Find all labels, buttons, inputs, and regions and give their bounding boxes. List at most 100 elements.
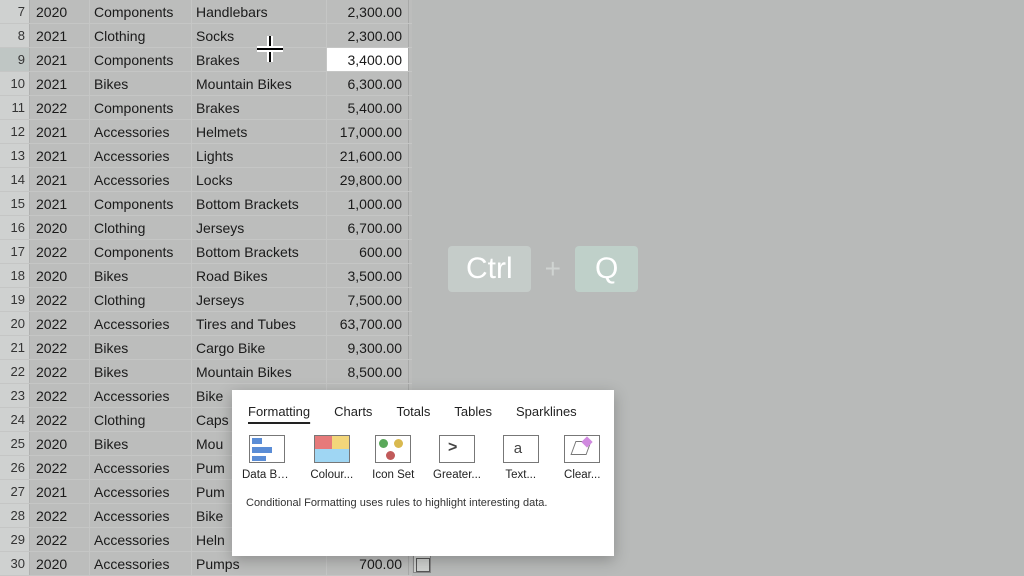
cell-value[interactable]: 5,400.00 bbox=[327, 96, 409, 119]
cell-category[interactable]: Components bbox=[90, 240, 192, 263]
row-header[interactable]: 11 bbox=[0, 96, 30, 119]
cell-category[interactable]: Bikes bbox=[90, 264, 192, 287]
cell-year[interactable]: 2020 bbox=[30, 0, 90, 23]
table-row[interactable]: 102021BikesMountain Bikes6,300.00 bbox=[0, 72, 412, 96]
cell-year[interactable]: 2020 bbox=[30, 216, 90, 239]
format-option-colour[interactable]: Colour... bbox=[310, 435, 354, 481]
row-header[interactable]: 10 bbox=[0, 72, 30, 95]
cell-category[interactable]: Bikes bbox=[90, 336, 192, 359]
cell-value[interactable]: 7,500.00 bbox=[327, 288, 409, 311]
cell-year[interactable]: 2022 bbox=[30, 408, 90, 431]
cell-category[interactable]: Bikes bbox=[90, 360, 192, 383]
cell-value[interactable]: 1,000.00 bbox=[327, 192, 409, 215]
table-row[interactable]: 72020ComponentsHandlebars2,300.00 bbox=[0, 0, 412, 24]
table-row[interactable]: 122021AccessoriesHelmets17,000.00 bbox=[0, 120, 412, 144]
row-header[interactable]: 9 bbox=[0, 48, 30, 71]
cell-category[interactable]: Clothing bbox=[90, 288, 192, 311]
cell-subcategory[interactable]: Mountain Bikes bbox=[192, 72, 327, 95]
cell-year[interactable]: 2021 bbox=[30, 24, 90, 47]
cell-category[interactable]: Accessories bbox=[90, 528, 192, 551]
table-row[interactable]: 92021ComponentsBrakes3,400.00 bbox=[0, 48, 412, 72]
cell-category[interactable]: Accessories bbox=[90, 456, 192, 479]
cell-category[interactable]: Accessories bbox=[90, 384, 192, 407]
table-row[interactable]: 172022ComponentsBottom Brackets600.00 bbox=[0, 240, 412, 264]
table-row[interactable]: 142021AccessoriesLocks29,800.00 bbox=[0, 168, 412, 192]
cell-subcategory[interactable]: Bottom Brackets bbox=[192, 192, 327, 215]
cell-category[interactable]: Components bbox=[90, 48, 192, 71]
cell-category[interactable]: Clothing bbox=[90, 216, 192, 239]
row-header[interactable]: 12 bbox=[0, 120, 30, 143]
row-header[interactable]: 20 bbox=[0, 312, 30, 335]
row-header[interactable]: 28 bbox=[0, 504, 30, 527]
quick-analysis-button[interactable] bbox=[413, 555, 431, 573]
format-option-textc[interactable]: Text... bbox=[499, 435, 543, 481]
row-header[interactable]: 18 bbox=[0, 264, 30, 287]
cell-year[interactable]: 2021 bbox=[30, 144, 90, 167]
cell-category[interactable]: Accessories bbox=[90, 120, 192, 143]
table-row[interactable]: 112022ComponentsBrakes5,400.00 bbox=[0, 96, 412, 120]
table-row[interactable]: 202022AccessoriesTires and Tubes63,700.0… bbox=[0, 312, 412, 336]
cell-value[interactable]: 3,500.00 bbox=[327, 264, 409, 287]
cell-year[interactable]: 2021 bbox=[30, 120, 90, 143]
format-option-clear[interactable]: Clear... bbox=[560, 435, 604, 481]
table-row[interactable]: 152021ComponentsBottom Brackets1,000.00 bbox=[0, 192, 412, 216]
cell-year[interactable]: 2021 bbox=[30, 48, 90, 71]
row-header[interactable]: 25 bbox=[0, 432, 30, 455]
cell-subcategory[interactable]: Bottom Brackets bbox=[192, 240, 327, 263]
cell-subcategory[interactable]: Lights bbox=[192, 144, 327, 167]
row-header[interactable]: 16 bbox=[0, 216, 30, 239]
cell-year[interactable]: 2022 bbox=[30, 456, 90, 479]
quick-analysis-popup[interactable]: FormattingChartsTotalsTablesSparklines D… bbox=[232, 390, 614, 556]
row-header[interactable]: 29 bbox=[0, 528, 30, 551]
cell-year[interactable]: 2020 bbox=[30, 552, 90, 575]
cell-category[interactable]: Clothing bbox=[90, 24, 192, 47]
popup-tab-tables[interactable]: Tables bbox=[454, 404, 492, 419]
cell-subcategory[interactable]: Helmets bbox=[192, 120, 327, 143]
cell-category[interactable]: Accessories bbox=[90, 504, 192, 527]
cell-category[interactable]: Bikes bbox=[90, 432, 192, 455]
cell-category[interactable]: Components bbox=[90, 96, 192, 119]
cell-subcategory[interactable]: Mountain Bikes bbox=[192, 360, 327, 383]
cell-category[interactable]: Bikes bbox=[90, 72, 192, 95]
cell-category[interactable]: Accessories bbox=[90, 552, 192, 575]
row-header[interactable]: 30 bbox=[0, 552, 30, 575]
table-row[interactable]: 192022ClothingJerseys7,500.00 bbox=[0, 288, 412, 312]
cell-category[interactable]: Components bbox=[90, 0, 192, 23]
cell-value[interactable]: 600.00 bbox=[327, 240, 409, 263]
cell-value[interactable]: 2,300.00 bbox=[327, 24, 409, 47]
table-row[interactable]: 162020ClothingJerseys6,700.00 bbox=[0, 216, 412, 240]
table-row[interactable]: 82021ClothingSocks2,300.00 bbox=[0, 24, 412, 48]
cell-year[interactable]: 2022 bbox=[30, 336, 90, 359]
cell-subcategory[interactable]: Jerseys bbox=[192, 216, 327, 239]
cell-year[interactable]: 2022 bbox=[30, 384, 90, 407]
cell-year[interactable]: 2022 bbox=[30, 504, 90, 527]
cell-category[interactable]: Accessories bbox=[90, 168, 192, 191]
cell-subcategory[interactable]: Tires and Tubes bbox=[192, 312, 327, 335]
row-header[interactable]: 19 bbox=[0, 288, 30, 311]
row-header[interactable]: 21 bbox=[0, 336, 30, 359]
cell-subcategory[interactable]: Socks bbox=[192, 24, 327, 47]
row-header[interactable]: 27 bbox=[0, 480, 30, 503]
cell-year[interactable]: 2021 bbox=[30, 480, 90, 503]
cell-subcategory[interactable]: Jerseys bbox=[192, 288, 327, 311]
row-header[interactable]: 15 bbox=[0, 192, 30, 215]
cell-value[interactable]: 8,500.00 bbox=[327, 360, 409, 383]
cell-year[interactable]: 2020 bbox=[30, 264, 90, 287]
cell-value[interactable]: 2,300.00 bbox=[327, 0, 409, 23]
popup-tab-formatting[interactable]: Formatting bbox=[248, 404, 310, 419]
cell-value[interactable]: 29,800.00 bbox=[327, 168, 409, 191]
table-row[interactable]: 212022BikesCargo Bike9,300.00 bbox=[0, 336, 412, 360]
cell-value[interactable]: 3,400.00 bbox=[327, 48, 409, 71]
cell-subcategory[interactable]: Brakes bbox=[192, 96, 327, 119]
popup-tab-totals[interactable]: Totals bbox=[396, 404, 430, 419]
table-row[interactable]: 182020BikesRoad Bikes3,500.00 bbox=[0, 264, 412, 288]
cell-year[interactable]: 2022 bbox=[30, 288, 90, 311]
cell-category[interactable]: Accessories bbox=[90, 480, 192, 503]
table-row[interactable]: 132021AccessoriesLights21,600.00 bbox=[0, 144, 412, 168]
cell-year[interactable]: 2022 bbox=[30, 240, 90, 263]
cell-category[interactable]: Accessories bbox=[90, 312, 192, 335]
cell-year[interactable]: 2022 bbox=[30, 528, 90, 551]
cell-year[interactable]: 2021 bbox=[30, 72, 90, 95]
row-header[interactable]: 17 bbox=[0, 240, 30, 263]
cell-subcategory[interactable]: Cargo Bike bbox=[192, 336, 327, 359]
